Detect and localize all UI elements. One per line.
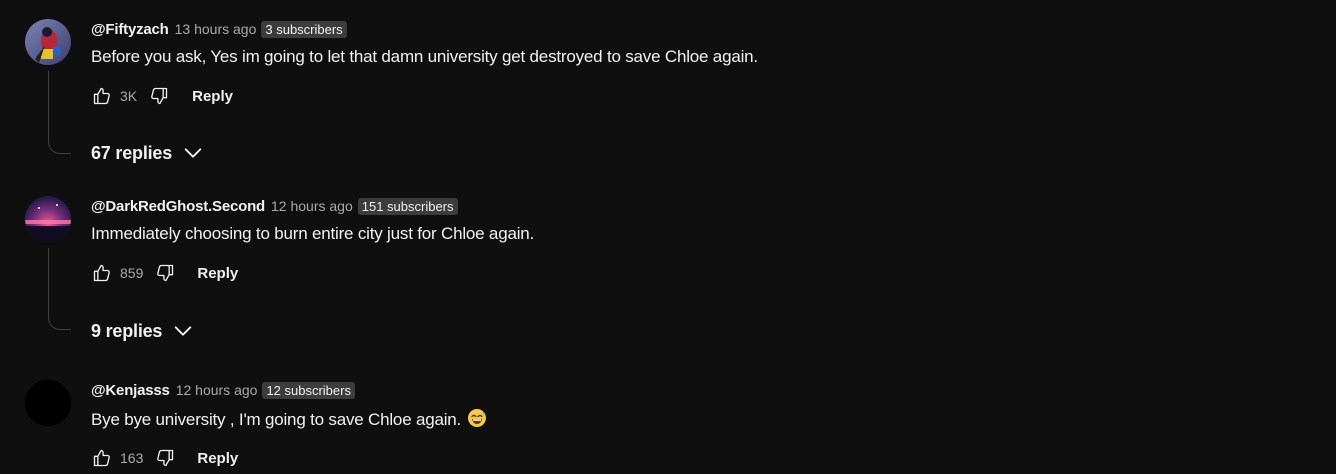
- replies-count-label: 9 replies: [91, 320, 163, 341]
- chevron-down-icon: [172, 320, 194, 342]
- reply-button[interactable]: Reply: [197, 450, 238, 467]
- chevron-down-icon: [182, 142, 204, 164]
- avatar-image: [25, 380, 71, 426]
- reply-button[interactable]: Reply: [192, 88, 233, 105]
- grinning-sweat-emoji-icon: [467, 408, 487, 433]
- comment-header: @DarkRedGhost.Second 12 hours ago 151 su…: [91, 196, 458, 216]
- comment-actions: 859 Reply: [90, 261, 238, 285]
- avatar-image: [25, 19, 71, 65]
- thumbs-down-icon[interactable]: [153, 261, 177, 285]
- thread-connector-line: [48, 248, 71, 330]
- thumbs-up-icon[interactable]: [90, 84, 114, 108]
- comment-actions: 3K Reply: [90, 84, 233, 108]
- comment-header: @Kenjasss 12 hours ago 12 subscribers: [91, 380, 355, 400]
- like-count: 163: [120, 450, 144, 466]
- comment-author[interactable]: @Kenjasss: [91, 382, 170, 399]
- view-replies-button[interactable]: 9 replies: [91, 319, 194, 343]
- replies-count-label: 67 replies: [91, 142, 173, 163]
- like-count: 859: [120, 265, 144, 281]
- avatar-image: [25, 196, 71, 242]
- thumbs-up-icon[interactable]: [90, 261, 114, 285]
- thread-connector-line: [48, 71, 71, 154]
- avatar[interactable]: [25, 196, 71, 242]
- like-count: 3K: [120, 88, 138, 104]
- comment-actions: 163 Reply: [90, 446, 238, 470]
- comment-timestamp[interactable]: 12 hours ago: [271, 198, 353, 214]
- comment-text-body: Bye bye university , I'm going to save C…: [91, 410, 462, 429]
- subscriber-badge: 3 subscribers: [261, 20, 347, 38]
- thumbs-up-icon[interactable]: [90, 446, 114, 470]
- avatar[interactable]: [25, 380, 71, 426]
- thumbs-down-icon[interactable]: [147, 84, 171, 108]
- comment-author[interactable]: @DarkRedGhost.Second: [91, 198, 265, 215]
- view-replies-button[interactable]: 67 replies: [91, 141, 204, 165]
- comment-text: Before you ask, Yes im going to let that…: [91, 47, 758, 66]
- comment-timestamp[interactable]: 12 hours ago: [176, 382, 258, 398]
- reply-button[interactable]: Reply: [197, 265, 238, 282]
- subscriber-badge: 151 subscribers: [357, 197, 458, 215]
- comment-header: @Fiftyzach 13 hours ago 3 subscribers: [91, 19, 347, 39]
- avatar[interactable]: [25, 19, 71, 65]
- comment-timestamp[interactable]: 13 hours ago: [175, 21, 257, 37]
- thumbs-down-icon[interactable]: [153, 446, 177, 470]
- comment-text: Bye bye university , I'm going to save C…: [91, 408, 487, 433]
- comment-author[interactable]: @Fiftyzach: [91, 21, 169, 38]
- comment-text: Immediately choosing to burn entire city…: [91, 224, 535, 243]
- subscriber-badge: 12 subscribers: [262, 381, 355, 399]
